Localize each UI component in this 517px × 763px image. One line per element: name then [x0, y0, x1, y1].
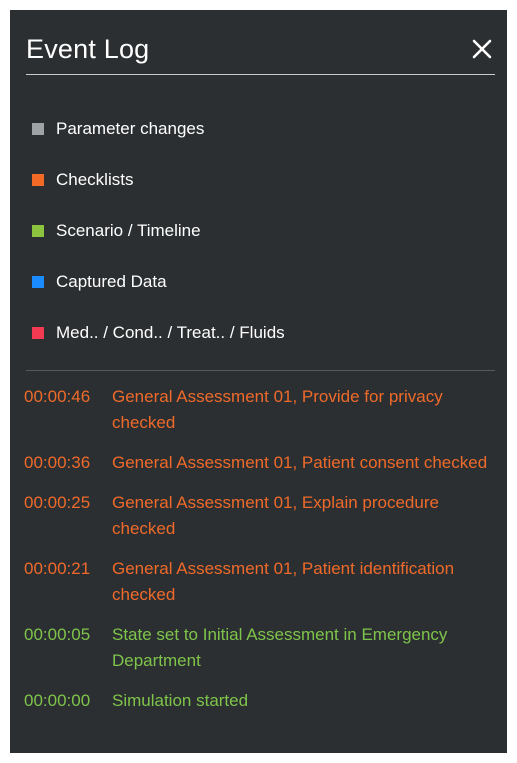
- legend-item-med-cond-treat-fluids: Med.. / Cond.. / Treat.. / Fluids: [32, 318, 285, 348]
- log-entry: 00:00:05 State set to Initial Assessment…: [24, 622, 494, 674]
- legend-label: Captured Data: [56, 272, 167, 291]
- log-entry: 00:00:36 General Assessment 01, Patient …: [24, 450, 494, 476]
- legend: Parameter changes Checklists Scenario / …: [32, 114, 285, 369]
- legend-item-checklists: Checklists: [32, 165, 285, 195]
- legend-item-captured-data: Captured Data: [32, 267, 285, 297]
- log-timestamp: 00:00:46: [24, 387, 91, 406]
- log-entry: 00:00:00 Simulation started: [24, 688, 494, 714]
- log-message: General Assessment 01, Patient identific…: [112, 559, 455, 604]
- section-divider: [26, 370, 495, 371]
- legend-label: Scenario / Timeline: [56, 221, 201, 240]
- legend-swatch: [32, 225, 44, 237]
- legend-item-scenario-timeline: Scenario / Timeline: [32, 216, 285, 246]
- log-message: Simulation started: [112, 691, 249, 710]
- event-log-list: 00:00:46 General Assessment 01, Provide …: [24, 384, 494, 728]
- log-timestamp: 00:00:21: [24, 559, 91, 578]
- log-entry: 00:00:25 General Assessment 01, Explain …: [24, 490, 494, 542]
- log-message: General Assessment 01, Explain procedure…: [112, 493, 439, 538]
- event-log-panel: Event Log Parameter changes Checklists S…: [10, 10, 507, 753]
- legend-label: Parameter changes: [56, 119, 205, 138]
- close-button[interactable]: [469, 36, 495, 62]
- legend-label: Med.. / Cond.. / Treat.. / Fluids: [56, 323, 285, 342]
- panel-title: Event Log: [26, 34, 150, 64]
- legend-swatch: [32, 276, 44, 288]
- legend-item-parameter-changes: Parameter changes: [32, 114, 285, 144]
- panel-header: Event Log: [26, 28, 495, 75]
- close-icon: [472, 39, 492, 59]
- legend-swatch: [32, 123, 44, 135]
- log-message: General Assessment 01, Patient consent c…: [112, 453, 488, 472]
- legend-swatch: [32, 174, 44, 186]
- log-message: State set to Initial Assessment in Emerg…: [112, 625, 448, 670]
- log-entry: 00:00:46 General Assessment 01, Provide …: [24, 384, 494, 436]
- log-entry: 00:00:21 General Assessment 01, Patient …: [24, 556, 494, 608]
- log-timestamp: 00:00:05: [24, 625, 91, 644]
- log-timestamp: 00:00:36: [24, 453, 91, 472]
- log-timestamp: 00:00:25: [24, 493, 91, 512]
- log-message: General Assessment 01, Provide for priva…: [112, 387, 443, 432]
- legend-swatch: [32, 327, 44, 339]
- log-timestamp: 00:00:00: [24, 691, 91, 710]
- legend-label: Checklists: [56, 170, 134, 189]
